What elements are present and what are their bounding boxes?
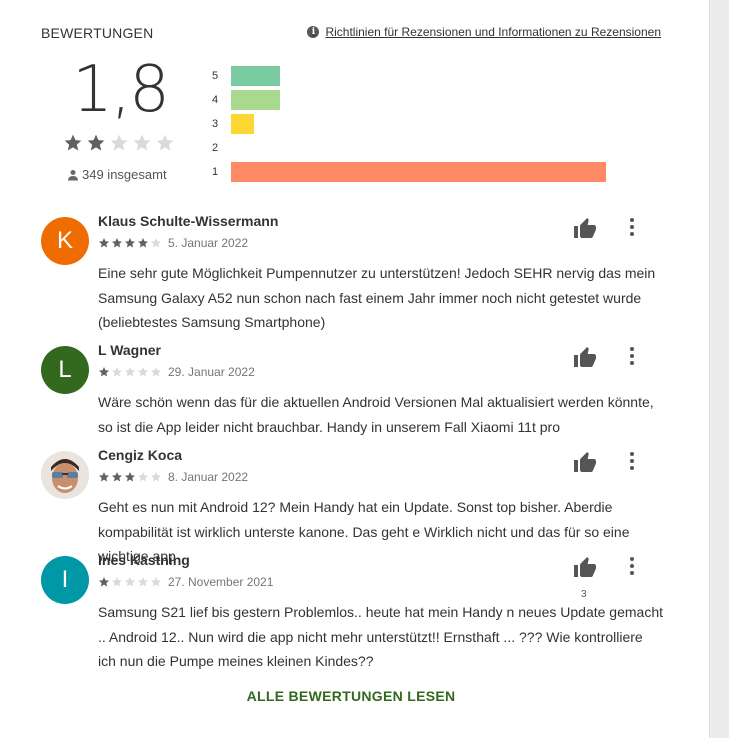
star-empty-icon — [156, 134, 174, 151]
total-ratings: 349 insgesamt — [67, 167, 167, 182]
star-empty-icon — [125, 577, 135, 587]
review-date: 29. Januar 2022 — [168, 365, 255, 379]
star-empty-icon — [112, 577, 122, 587]
histogram-row-2: 2 — [212, 138, 632, 158]
ratings-section-title: BEWERTUNGEN — [41, 25, 154, 41]
like-count: 3 — [581, 589, 587, 600]
review-stars — [98, 576, 162, 588]
histogram-label: 1 — [212, 166, 219, 178]
user-photo-icon — [41, 451, 89, 499]
histogram-row-1: 1 — [212, 162, 632, 182]
more-vert-icon[interactable] — [622, 447, 642, 475]
star-filled-icon — [99, 238, 109, 248]
avatar: K — [41, 217, 89, 265]
read-all-reviews-button[interactable]: ALLE BEWERTUNGEN LESEN — [0, 688, 702, 704]
star-filled-icon — [99, 367, 109, 377]
avatar: I — [41, 556, 89, 604]
star-filled-icon — [138, 238, 148, 248]
thumbs-up-icon[interactable] — [573, 217, 597, 241]
star-empty-icon — [133, 134, 151, 151]
histogram-bar — [231, 162, 606, 182]
histogram-bar — [231, 114, 254, 134]
avatar-initial: I — [61, 566, 69, 593]
histogram-row-3: 3 — [212, 114, 632, 134]
star-empty-icon — [151, 472, 161, 482]
review-meta: 27. November 2021 — [98, 575, 273, 589]
review-stars — [98, 366, 162, 378]
avatar-initial: K — [56, 227, 73, 254]
review-meta: 5. Januar 2022 — [98, 236, 248, 250]
thumbs-up-icon[interactable] — [573, 346, 597, 370]
more-vert-icon[interactable] — [622, 213, 642, 241]
thumbs-up-icon[interactable] — [573, 556, 597, 580]
review-text: Wäre schön wenn das für die aktuellen An… — [98, 394, 654, 435]
review-policy-link-text: Richtlinien für Rezensionen und Informat… — [325, 25, 661, 39]
star-empty-icon — [151, 577, 161, 587]
star-filled-icon — [64, 134, 82, 151]
thumbs-up-icon[interactable] — [573, 451, 597, 475]
histogram-label: 3 — [212, 118, 219, 130]
star-filled-icon — [112, 472, 122, 482]
star-filled-icon — [125, 472, 135, 482]
star-empty-icon — [151, 367, 161, 377]
star-empty-icon — [138, 472, 148, 482]
review-policy-link[interactable]: i Richtlinien für Rezensionen und Inform… — [307, 25, 661, 39]
info-icon: i — [307, 26, 320, 38]
review-meta: 8. Januar 2022 — [98, 470, 248, 484]
star-filled-icon — [99, 577, 109, 587]
more-vert-icon[interactable] — [622, 552, 642, 580]
total-ratings-text: 349 insgesamt — [82, 167, 167, 182]
more-vert-icon[interactable] — [622, 342, 642, 370]
review-author: Cengiz Koca — [98, 447, 183, 463]
star-empty-icon — [138, 367, 148, 377]
review-meta: 29. Januar 2022 — [98, 365, 255, 379]
histogram-row-4: 4 — [212, 90, 632, 110]
star-filled-icon — [87, 134, 105, 151]
avatar-initial: L — [58, 356, 72, 383]
review-author: L Wagner — [98, 342, 162, 358]
star-empty-icon — [151, 238, 161, 248]
star-filled-icon — [99, 472, 109, 482]
star-empty-icon — [125, 367, 135, 377]
rating-histogram: 5 4 3 2 1 — [212, 66, 632, 186]
average-rating-stars — [63, 133, 175, 153]
histogram-label: 5 — [212, 70, 219, 82]
avatar — [41, 451, 89, 499]
review-stars — [98, 237, 162, 249]
review-date: 27. November 2021 — [168, 575, 274, 589]
star-filled-icon — [112, 238, 122, 248]
histogram-row-5: 5 — [212, 66, 632, 86]
histogram-bar — [231, 90, 280, 110]
review-text: Eine sehr gute Möglichkeit Pumpennutzer … — [98, 265, 656, 330]
histogram-bar — [231, 66, 280, 86]
review-stars — [98, 471, 162, 483]
person-icon — [68, 169, 78, 180]
histogram-label: 4 — [212, 94, 219, 106]
star-filled-icon — [125, 238, 135, 248]
star-empty-icon — [110, 134, 128, 151]
star-empty-icon — [112, 367, 122, 377]
review-author: Ines Kastning — [98, 552, 190, 568]
page-edge-gutter — [709, 0, 729, 738]
review-date: 5. Januar 2022 — [168, 236, 249, 250]
review-author: Klaus Schulte-Wissermann — [98, 213, 279, 229]
star-empty-icon — [138, 577, 148, 587]
review-text: Samsung S21 lief bis gestern Problemlos.… — [98, 604, 663, 669]
avatar: L — [41, 346, 89, 394]
review-date: 8. Januar 2022 — [168, 470, 249, 484]
histogram-label: 2 — [212, 142, 219, 154]
average-rating-score: 1,8 — [72, 53, 170, 127]
